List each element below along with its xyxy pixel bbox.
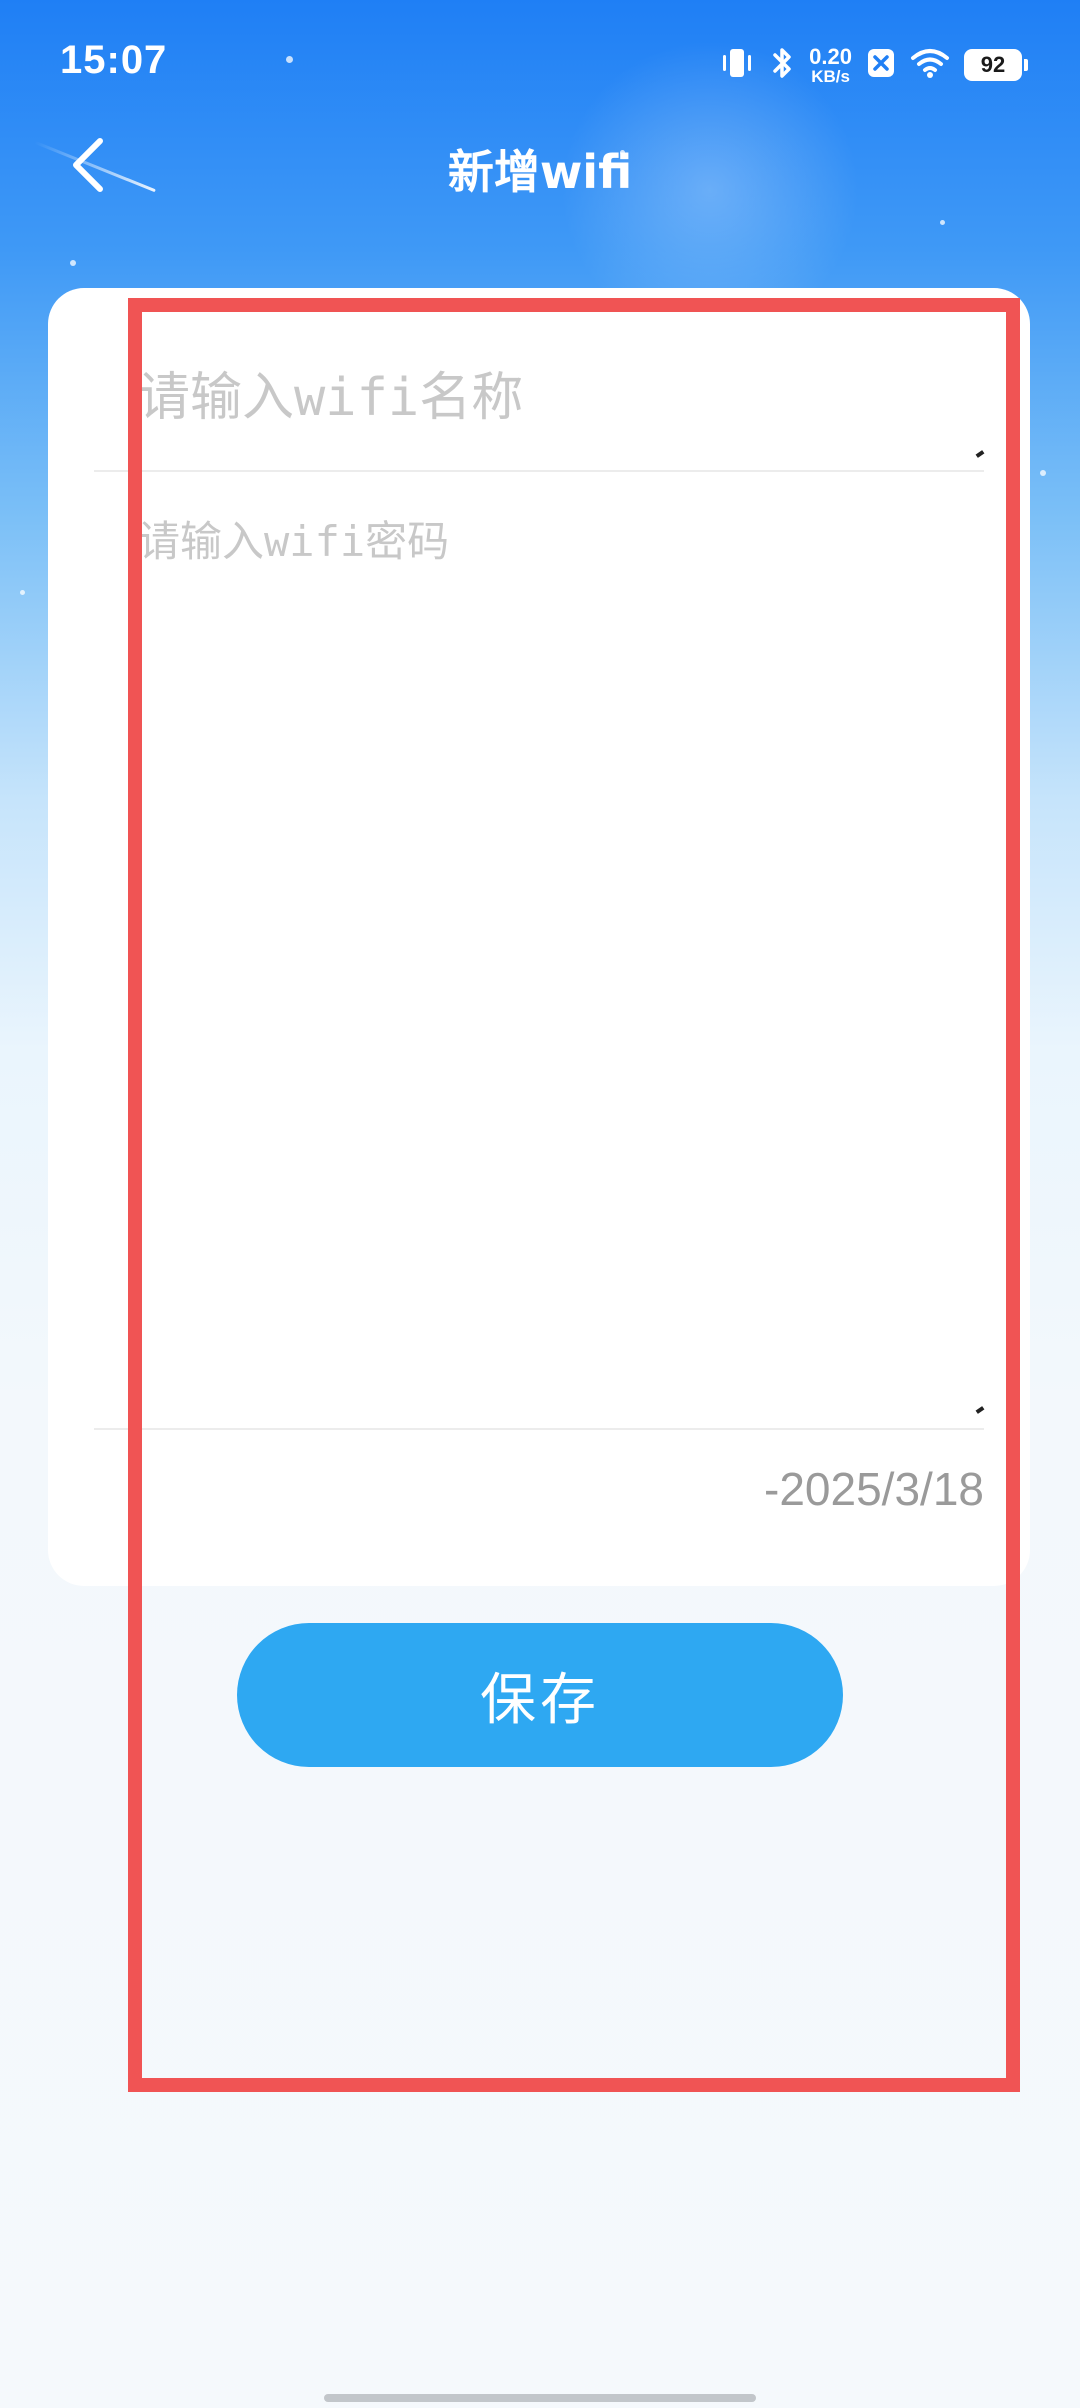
background-sparkle (20, 590, 25, 595)
status-bar: 15:07 0.20 KB/s 92 (0, 0, 1080, 120)
status-time: 15:07 (60, 38, 168, 82)
home-indicator[interactable] (324, 2394, 756, 2402)
network-speed-value: 0.20 (809, 43, 852, 69)
background-sparkle (940, 220, 945, 225)
battery-icon: 92 (964, 49, 1028, 81)
network-speed-unit: KB/s (811, 66, 850, 86)
status-icons: 0.20 KB/s 92 (719, 40, 1028, 90)
background-sparkle (1040, 470, 1046, 476)
app-notification-icon (866, 47, 896, 83)
bluetooth-icon (769, 45, 795, 85)
vibrate-icon (719, 46, 755, 84)
wifi-icon (910, 47, 950, 83)
page-title: 新增wifi (447, 145, 633, 199)
network-speed: 0.20 KB/s (809, 43, 852, 86)
highlight-box (128, 298, 1020, 2092)
background-sparkle (70, 260, 76, 266)
